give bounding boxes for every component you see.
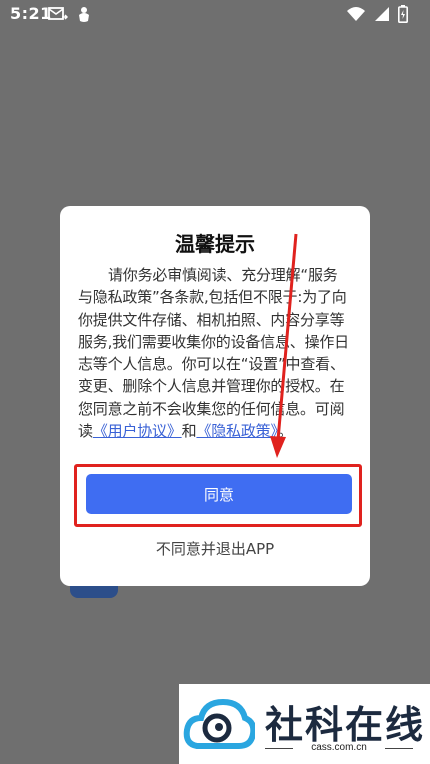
body-end-punct: 。	[277, 422, 293, 441]
wifi-icon	[346, 6, 366, 22]
mail-forward-icon	[48, 6, 68, 24]
watermark-brand: 社科在线	[265, 703, 426, 747]
watermark: 社科在线 cass.com.cn	[179, 684, 430, 764]
disagree-exit-button[interactable]: 不同意并退出APP	[60, 538, 370, 559]
cloud-logo-icon	[183, 698, 255, 749]
link-connector: 和	[181, 422, 197, 441]
privacy-dialog: 温馨提示 请你务必审慎阅读、充分理解“服务与隐私政策”各条款,包括但不限于:为了…	[60, 206, 370, 586]
watermark-url: cass.com.cn	[265, 742, 413, 753]
dialog-body: 请你务必审慎阅读、充分理解“服务与隐私政策”各条款,包括但不限于:为了向你提供文…	[78, 264, 352, 442]
status-bar: 5:21	[0, 0, 430, 30]
status-time: 5:21	[10, 4, 52, 23]
privacy-policy-link[interactable]: 《隐私政策》	[196, 422, 278, 440]
dialog-title: 温馨提示	[175, 232, 255, 256]
dialog-body-text: 请你务必审慎阅读、充分理解“服务与隐私政策”各条款,包括但不限于:为了向你提供文…	[78, 266, 349, 441]
user-agreement-link[interactable]: 《用户协议》	[93, 422, 182, 440]
battery-icon	[398, 5, 408, 23]
bug-icon	[76, 6, 92, 24]
annotation-highlight-box	[74, 464, 362, 527]
signal-icon	[374, 6, 390, 22]
